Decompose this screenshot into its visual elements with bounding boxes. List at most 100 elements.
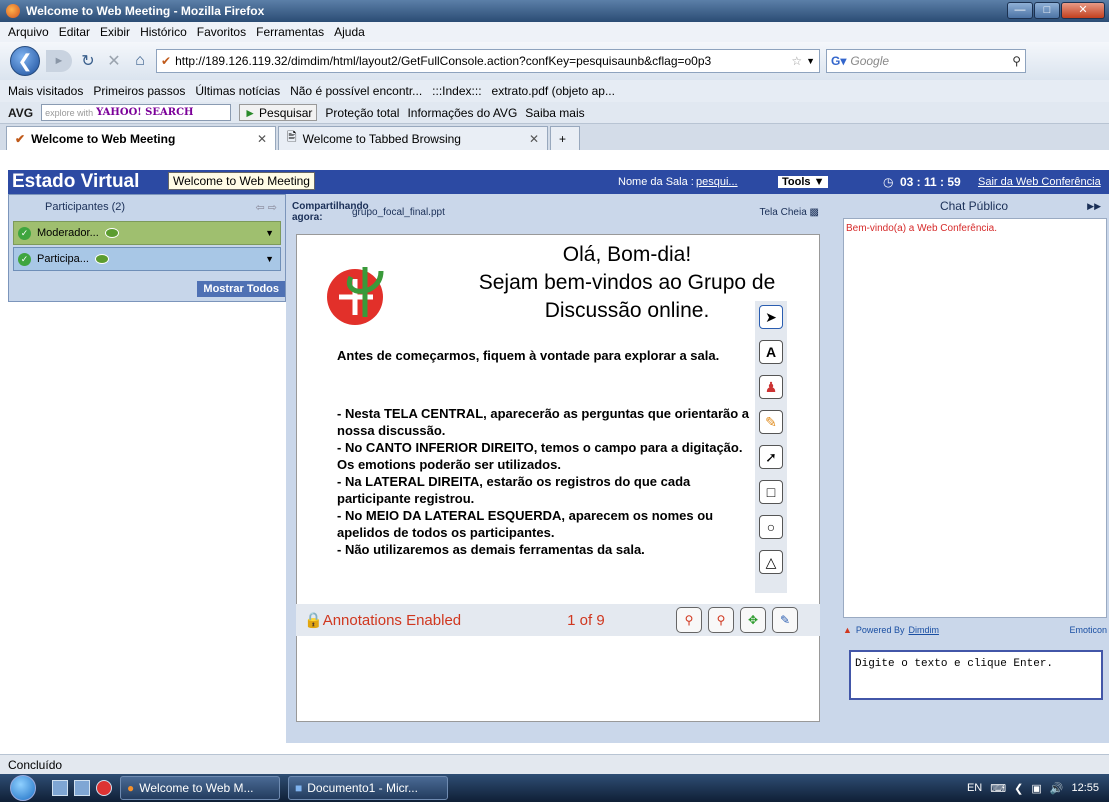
chevron-down-icon[interactable]: ▼ — [265, 254, 274, 264]
star-icon[interactable]: ☆ — [791, 54, 802, 68]
url-dropdown-icon[interactable]: ▼ — [806, 56, 815, 66]
tray-expand-icon[interactable]: ❮ — [1014, 782, 1023, 795]
check-icon: ✓ — [18, 226, 31, 240]
back-button[interactable]: ❮ — [10, 46, 40, 76]
exit-conference-link[interactable]: Sair da Web Conferência — [978, 176, 1101, 188]
tab-tabbed-browsing[interactable]: 🖹 Welcome to Tabbed Browsing ✕ — [278, 126, 548, 150]
dimdim-icon: ▲ — [843, 625, 852, 635]
menu-favoritos[interactable]: Favoritos — [197, 25, 246, 39]
chat-welcome-message: Bem-vindo(a) a Web Conferência. — [846, 223, 997, 234]
pencil-icon[interactable]: ✎ — [772, 607, 798, 633]
chat-title: Chat Público — [939, 199, 1009, 213]
circle-tool-icon[interactable]: ○ — [759, 515, 783, 539]
language-indicator[interactable]: EN — [967, 782, 982, 794]
slide-paragraph: - Nesta TELA CENTRAL, aparecerão as perg… — [337, 406, 750, 438]
windows-logo-icon — [10, 775, 36, 801]
reload-icon[interactable]: ↻ — [78, 51, 98, 71]
chat-bubble-icon — [94, 254, 109, 264]
collapse-arrows-icon[interactable]: ⇦ ⇨ — [256, 201, 278, 214]
pointer-tool-icon[interactable]: ➤ — [759, 305, 783, 329]
tools-menu[interactable]: Tools ▼ — [778, 176, 829, 188]
saiba-mais[interactable]: Saiba mais — [525, 106, 584, 120]
tab-web-meeting[interactable]: ✔ Welcome to Web Meeting ✕ — [6, 126, 276, 150]
sharing-file: grupo_focal_final.ppt — [352, 206, 445, 218]
status-bar: Concluído — [0, 754, 1109, 774]
room-name[interactable]: pesqui... — [696, 176, 738, 188]
avg-logo[interactable]: AVG — [8, 106, 33, 120]
firefox-icon — [6, 4, 20, 18]
home-icon[interactable]: ⌂ — [130, 52, 150, 70]
menu-exibir[interactable]: Exibir — [100, 25, 130, 39]
close-button[interactable]: ✕ — [1061, 2, 1105, 19]
zoom-in-icon[interactable]: ⚲ — [708, 607, 734, 633]
participant-name: Participa... — [37, 253, 89, 265]
bookmark-extrato[interactable]: extrato.pdf (objeto ap... — [492, 84, 615, 98]
forward-button[interactable]: ► — [46, 50, 72, 72]
system-tray: EN ⌨ ❮ ▣ 🔊 12:55 — [967, 782, 1109, 795]
volume-icon[interactable]: 🔊 — [1050, 782, 1064, 795]
menu-arquivo[interactable]: Arquivo — [8, 25, 49, 39]
bookmark-primeiros-passos[interactable]: Primeiros passos — [93, 84, 185, 98]
triangle-tool-icon[interactable]: △ — [759, 550, 783, 574]
pencil-tool-icon[interactable]: ✎ — [759, 410, 783, 434]
expand-icon[interactable]: ▶▶ — [1087, 201, 1101, 212]
menu-ferramentas[interactable]: Ferramentas — [256, 25, 324, 39]
keyboard-icon[interactable]: ⌨ — [990, 782, 1006, 795]
move-icon[interactable]: ✥ — [740, 607, 766, 633]
network-icon[interactable]: ▣ — [1031, 782, 1041, 795]
tab-bar: ✔ Welcome to Web Meeting ✕ 🖹 Welcome to … — [0, 124, 1109, 150]
participant-participant[interactable]: ✓ Participa... ▼ — [13, 247, 281, 271]
show-all-button[interactable]: Mostrar Todos — [197, 281, 285, 297]
chevron-down-icon[interactable]: ▼ — [265, 228, 274, 238]
opera-icon[interactable] — [96, 780, 112, 796]
text-tool-icon[interactable]: A — [759, 340, 783, 364]
taskbar-item-label: Documento1 - Micr... — [307, 781, 418, 795]
slide-paragraph: - No MEIO DA LATERAL ESQUERDA, aparecem … — [337, 508, 714, 540]
avg-search-input[interactable]: explore with YAHOO! SEARCH — [41, 104, 232, 121]
zoom-out-icon[interactable]: ⚲ — [676, 607, 702, 633]
url-text: http://189.126.119.32/dimdim/html/layout… — [175, 54, 712, 68]
taskbar-item-label: Welcome to Web M... — [139, 781, 254, 795]
word-icon: ■ — [295, 781, 303, 795]
clock[interactable]: 12:55 — [1071, 782, 1099, 794]
show-desktop-icon[interactable] — [52, 780, 68, 796]
search-field[interactable]: G▾ Google ⚲ — [826, 49, 1026, 73]
chat-input[interactable]: Digite o texto e clique Enter. — [849, 650, 1103, 700]
menu-historico[interactable]: Histórico — [140, 25, 187, 39]
stamp-tool-icon[interactable]: ♟ — [759, 375, 783, 399]
fullscreen-button[interactable]: Tela Cheia ▩ — [760, 207, 820, 218]
new-tab-button[interactable]: + — [550, 126, 580, 150]
participant-moderator[interactable]: ✓ Moderador... ▼ — [13, 221, 281, 245]
url-bar[interactable]: ✔ http://189.126.119.32/dimdim/html/layo… — [156, 49, 820, 73]
dimdim-link[interactable]: Dimdim — [908, 625, 939, 635]
maximize-button[interactable]: □ — [1034, 2, 1060, 19]
bookmark-nao-possivel[interactable]: Não é possível encontr... — [290, 84, 422, 98]
line-tool-icon[interactable]: ➚ — [759, 445, 783, 469]
pesquisar-button[interactable]: ► Pesquisar — [239, 104, 318, 121]
presentation-header: Compartilhando agora: grupo_focal_final.… — [286, 194, 839, 230]
bookmark-mais-visitados[interactable]: Mais visitados — [8, 84, 83, 98]
chat-header: Chat Público ▶▶ — [839, 194, 1109, 218]
search-icon[interactable]: ⚲ — [1012, 54, 1021, 68]
rectangle-tool-icon[interactable]: □ — [759, 480, 783, 504]
emoticon-link[interactable]: Emoticon — [1069, 625, 1107, 635]
stop-icon[interactable]: ✕ — [104, 51, 124, 71]
tab-favicon: ✔ — [15, 131, 26, 146]
informacoes-avg[interactable]: Informações do AVG — [407, 106, 517, 120]
taskbar-word[interactable]: ■ Documento1 - Micr... — [288, 776, 448, 800]
bookmark-index[interactable]: :::Index::: — [432, 84, 481, 98]
start-button[interactable] — [0, 774, 46, 802]
menu-ajuda[interactable]: Ajuda — [334, 25, 365, 39]
minimize-button[interactable]: — — [1007, 2, 1033, 19]
menu-editar[interactable]: Editar — [59, 25, 90, 39]
bookmark-ultimas-noticias[interactable]: Últimas notícias — [195, 84, 280, 98]
tab-close-icon[interactable]: ✕ — [529, 132, 539, 146]
switch-windows-icon[interactable] — [74, 780, 90, 796]
protecao-total[interactable]: Proteção total — [325, 106, 399, 120]
taskbar-firefox[interactable]: ● Welcome to Web M... — [120, 776, 280, 800]
google-icon[interactable]: G▾ — [831, 54, 846, 68]
status-text: Concluído — [8, 758, 63, 772]
slide-title-line-2: Sejam bem-vindos ao Grupo de — [478, 271, 776, 294]
tab-close-icon[interactable]: ✕ — [257, 132, 267, 146]
tools-label: Tools — [782, 176, 811, 188]
